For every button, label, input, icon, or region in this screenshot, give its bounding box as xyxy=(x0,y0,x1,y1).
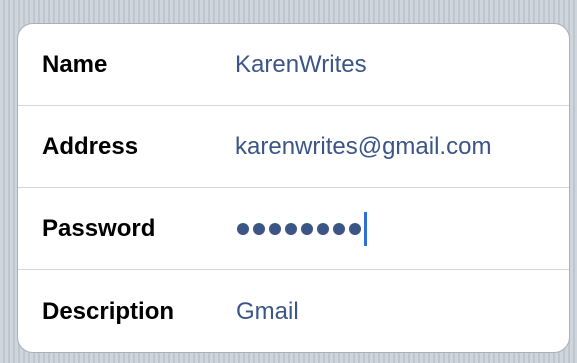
name-label: Name xyxy=(42,50,108,78)
password-dot xyxy=(269,222,281,235)
account-form-card: Name KarenWrites Address karenwrites@gma… xyxy=(17,23,570,353)
name-field[interactable]: KarenWrites xyxy=(235,51,367,79)
password-dot xyxy=(333,222,345,235)
password-label: Password xyxy=(42,214,156,242)
name-row[interactable]: Name KarenWrites xyxy=(18,24,569,106)
password-dot xyxy=(285,222,297,235)
password-mask xyxy=(237,222,361,235)
password-dot xyxy=(253,222,265,235)
password-field[interactable] xyxy=(237,209,367,249)
description-field[interactable]: Gmail xyxy=(236,298,299,326)
address-row[interactable]: Address karenwrites@gmail.com xyxy=(18,106,569,188)
password-dot xyxy=(237,222,249,235)
description-label: Description xyxy=(42,298,175,325)
address-field[interactable]: karenwrites@gmail.com xyxy=(235,133,491,161)
password-row[interactable]: Password xyxy=(18,188,569,270)
description-row[interactable]: Description Gmail xyxy=(18,270,569,352)
text-cursor xyxy=(364,211,367,246)
password-dot xyxy=(301,222,313,235)
password-dot xyxy=(349,222,361,235)
address-label: Address xyxy=(42,132,139,160)
password-dot xyxy=(317,222,329,235)
